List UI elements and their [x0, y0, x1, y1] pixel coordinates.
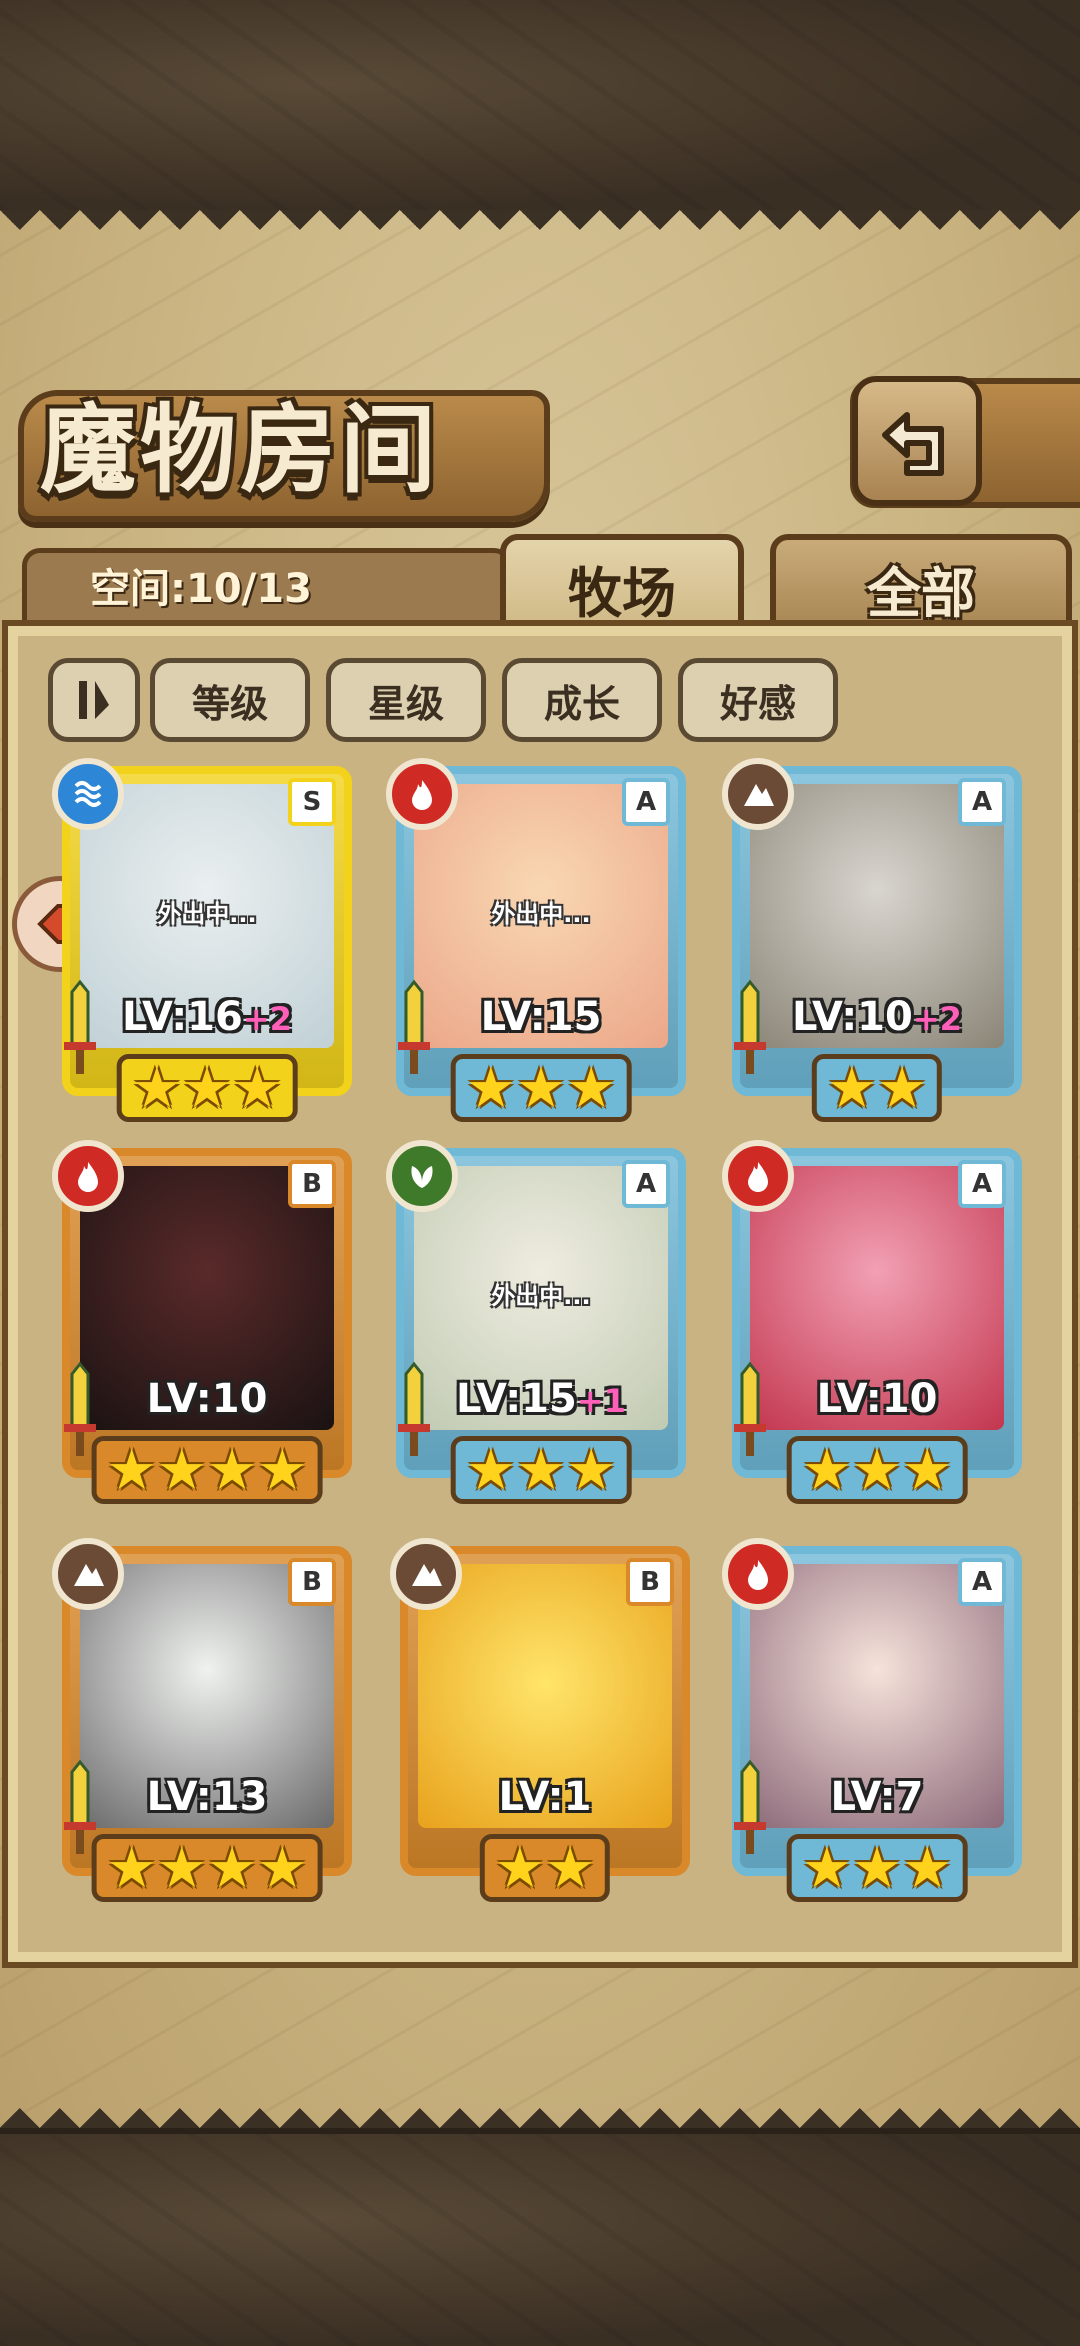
rarity-badge: B	[288, 1160, 336, 1208]
star-rating: ★★★★	[91, 1834, 323, 1902]
level-bonus: +1	[576, 1382, 626, 1420]
back-button[interactable]	[852, 376, 982, 506]
monster-level: LV:16+2	[122, 994, 292, 1040]
monster-card[interactable]: B LV:1 ★★	[390, 1538, 690, 1902]
space-capacity-label: 空间:10/13	[90, 566, 312, 612]
monster-level: LV:13	[146, 1774, 268, 1820]
tab-ranch-label: 牧场	[568, 561, 676, 625]
away-status: 外出中...	[157, 900, 257, 928]
monster-card[interactable]: B LV:13 ★★★★	[52, 1538, 352, 1902]
monster-level: LV:1	[498, 1774, 592, 1820]
rarity-badge: A	[622, 1160, 670, 1208]
rarity-badge: B	[288, 1558, 336, 1606]
star-rating: ★★★	[786, 1834, 968, 1902]
sort-growth-button[interactable]: 成长	[502, 658, 662, 742]
water-element-icon	[52, 758, 124, 830]
panel-edge-bottom	[0, 2088, 1080, 2128]
monster-level: LV:15	[480, 994, 602, 1040]
sort-order-toggle[interactable]	[48, 658, 140, 742]
nature-element-icon	[386, 1140, 458, 1212]
monster-card[interactable]: B LV:10 ★★★★	[52, 1140, 352, 1504]
bottom-background	[0, 2128, 1080, 2346]
monster-card[interactable]: A 外出中... LV:15+1 ★★★	[386, 1140, 686, 1504]
top-background	[0, 0, 1080, 216]
earth-element-icon	[390, 1538, 462, 1610]
star-rating: ★★★	[786, 1436, 968, 1504]
monster-card[interactable]: S 外出中... LV:16+2 ★★★	[52, 758, 352, 1122]
star-rating: ★★★	[116, 1054, 298, 1122]
fire-element-icon	[52, 1140, 124, 1212]
rarity-badge: B	[626, 1558, 674, 1606]
star-rating: ★★	[479, 1834, 611, 1902]
away-status: 外出中...	[491, 1282, 591, 1310]
sort-level-button[interactable]: 等级	[150, 658, 310, 742]
monster-card[interactable]: A 外出中... LV:15 ★★★	[386, 758, 686, 1122]
rarity-badge: A	[622, 778, 670, 826]
star-rating: ★★	[811, 1054, 943, 1122]
sort-affection-button[interactable]: 好感	[678, 658, 838, 742]
tab-all-label: 全部	[867, 561, 975, 625]
earth-element-icon	[722, 758, 794, 830]
monster-level: LV:10	[146, 1376, 268, 1422]
rarity-badge: A	[958, 1558, 1006, 1606]
away-status: 外出中...	[491, 900, 591, 928]
fire-element-icon	[722, 1140, 794, 1212]
monster-level: LV:10	[816, 1376, 938, 1422]
back-arrow-icon	[882, 412, 944, 476]
level-bonus: +2	[912, 1000, 962, 1038]
star-rating: ★★★	[450, 1436, 632, 1504]
fire-element-icon	[722, 1538, 794, 1610]
sort-order-icon	[79, 681, 109, 719]
monster-card[interactable]: A LV:10 ★★★	[722, 1140, 1022, 1504]
level-bonus: +2	[242, 1000, 292, 1038]
earth-element-icon	[52, 1538, 124, 1610]
monster-card[interactable]: A LV:7 ★★★	[722, 1538, 1022, 1902]
star-rating: ★★★	[450, 1054, 632, 1122]
sort-star-button[interactable]: 星级	[326, 658, 486, 742]
panel-edge-top	[0, 210, 1080, 250]
fire-element-icon	[386, 758, 458, 830]
monster-level: LV:7	[830, 1774, 924, 1820]
star-rating: ★★★★	[91, 1436, 323, 1504]
monster-level: LV:10+2	[792, 994, 962, 1040]
monster-level: LV:15+1	[456, 1376, 626, 1422]
monster-card[interactable]: A LV:10+2 ★★	[722, 758, 1022, 1122]
rarity-badge: S	[288, 778, 336, 826]
page-title: 魔物房间	[40, 394, 440, 506]
rarity-badge: A	[958, 778, 1006, 826]
rarity-badge: A	[958, 1160, 1006, 1208]
